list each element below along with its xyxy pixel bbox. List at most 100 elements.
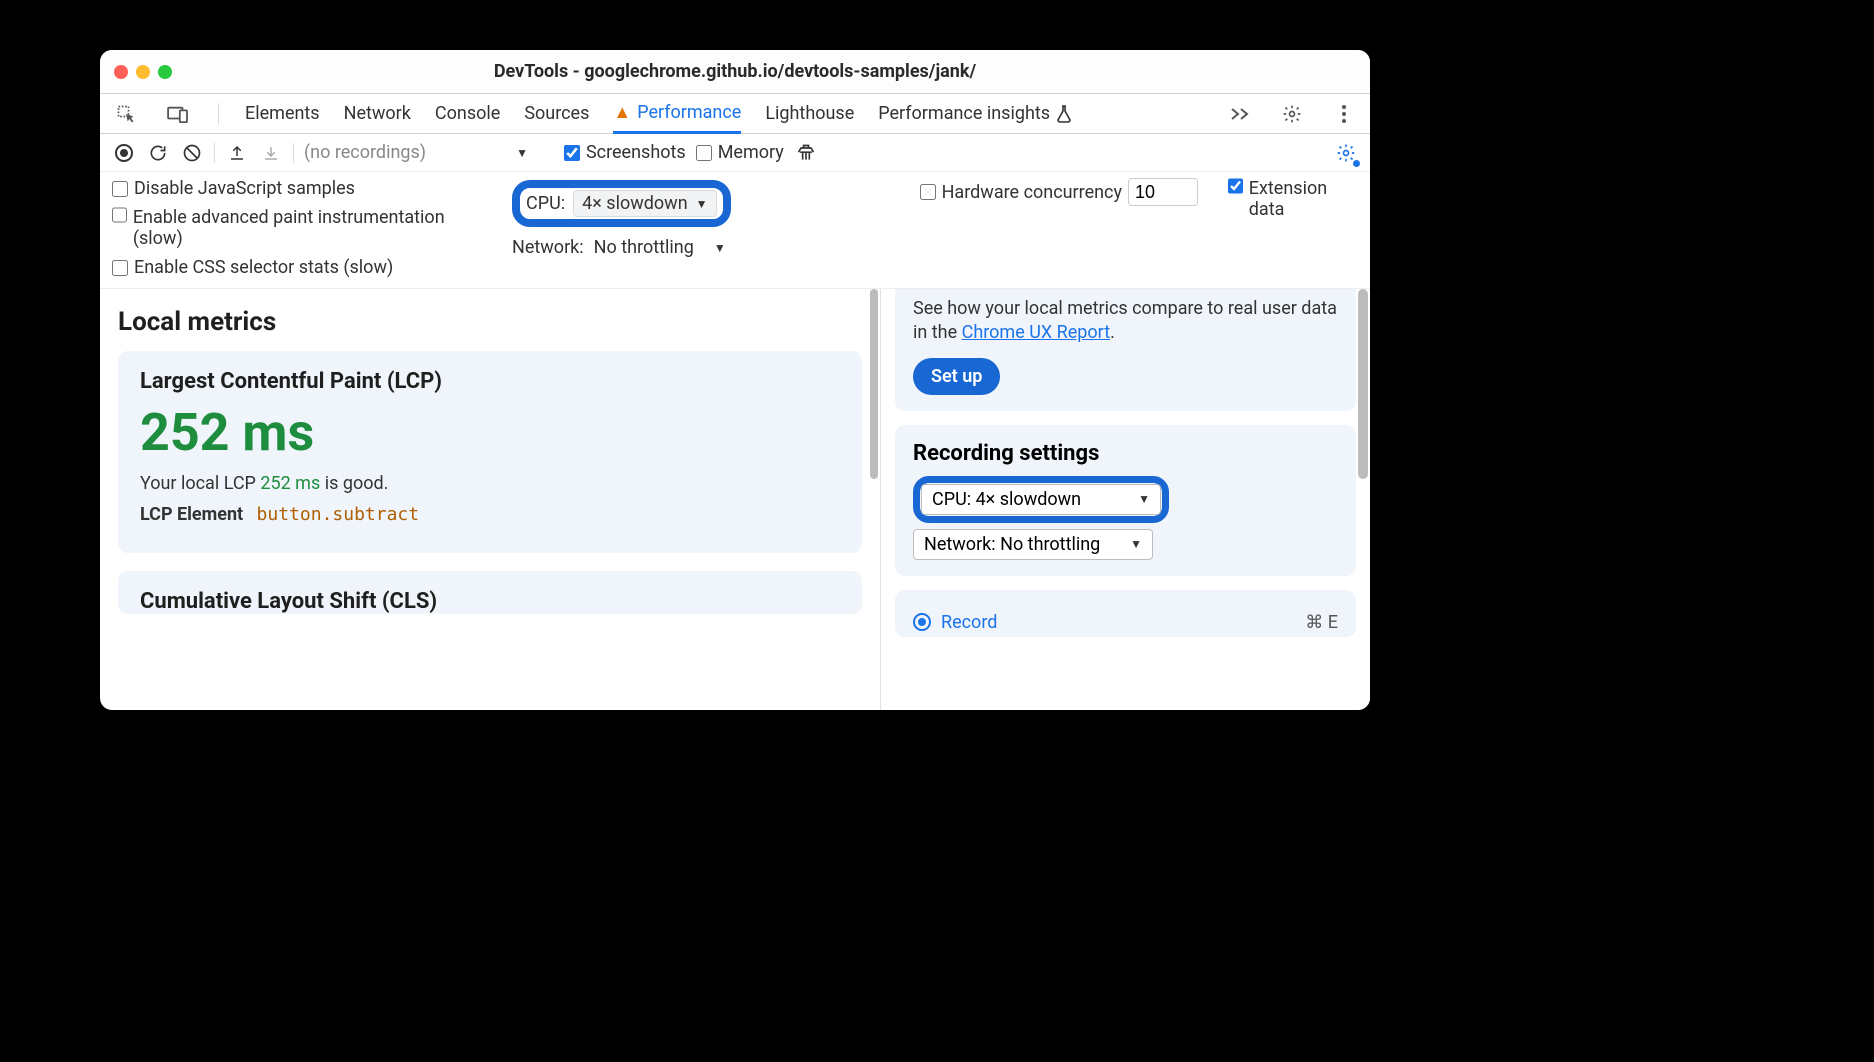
- reload-record-icon[interactable]: [146, 141, 170, 165]
- right-pane: See how your local metrics compare to re…: [880, 289, 1370, 710]
- network-throttle-select[interactable]: No throttling ▼: [594, 237, 726, 258]
- record-card: Record ⌘ E: [895, 590, 1356, 637]
- window-controls: [114, 65, 172, 79]
- lcp-card: Largest Contentful Paint (LCP) 252 ms Yo…: [118, 351, 862, 553]
- record-label: Record: [941, 612, 997, 633]
- tab-elements[interactable]: Elements: [245, 94, 320, 134]
- set-up-button[interactable]: Set up: [913, 358, 1000, 395]
- extension-data-row[interactable]: Extension data: [1228, 178, 1358, 220]
- recordings-dropdown[interactable]: (no recordings) ▼: [304, 142, 528, 163]
- chevron-down-icon: ▼: [696, 197, 708, 211]
- memory-label: Memory: [718, 142, 784, 163]
- lcp-sentence: Your local LCP 252 ms is good.: [140, 473, 840, 494]
- enable-css-input[interactable]: [112, 260, 128, 276]
- network-value: No throttling: [594, 237, 694, 258]
- settings-right-col: Hardware concurrency Extension data: [920, 178, 1358, 220]
- settings-icon[interactable]: [1278, 100, 1306, 128]
- cls-title: Cumulative Layout Shift (CLS): [140, 589, 840, 614]
- left-pane: Local metrics Largest Contentful Paint (…: [100, 289, 880, 710]
- capture-settings-icon[interactable]: [1334, 141, 1358, 165]
- memory-checkbox[interactable]: Memory: [696, 142, 784, 163]
- field-post: .: [1110, 322, 1115, 343]
- network-label: Network:: [512, 237, 584, 258]
- network-throttle-select-side[interactable]: Network: No throttling ▼: [913, 529, 1153, 560]
- lcp-sentence-post: is good.: [320, 473, 388, 494]
- extension-data-checkbox[interactable]: [1228, 178, 1243, 194]
- lcp-sentence-val: 252 ms: [260, 473, 320, 494]
- garbage-collect-icon[interactable]: [794, 141, 818, 165]
- tab-performance[interactable]: ▲ Performance: [613, 94, 741, 134]
- field-data-card: See how your local metrics compare to re…: [895, 289, 1356, 411]
- inspect-element-icon[interactable]: [112, 100, 140, 128]
- tab-performance-insights[interactable]: Performance insights: [878, 94, 1072, 134]
- disable-js-samples-checkbox[interactable]: Disable JavaScript samples: [112, 178, 472, 199]
- enable-css-label: Enable CSS selector stats (slow): [134, 257, 393, 278]
- separator: [218, 103, 219, 125]
- cpu-throttle-select[interactable]: 4× slowdown ▼: [573, 190, 716, 217]
- cpu-side-value: CPU: 4× slowdown: [932, 489, 1081, 510]
- kebab-menu-icon[interactable]: [1330, 100, 1358, 128]
- cls-card: Cumulative Layout Shift (CLS): [118, 571, 862, 614]
- hw-concurrency-label: Hardware concurrency: [942, 182, 1122, 203]
- window-title: DevTools - googlechrome.github.io/devtoo…: [100, 61, 1370, 82]
- record-button-icon[interactable]: [112, 141, 136, 165]
- screenshots-checkbox[interactable]: Screenshots: [564, 142, 686, 163]
- scrollbar-left[interactable]: [870, 289, 878, 479]
- minimize-window-button[interactable]: [136, 65, 150, 79]
- chevron-down-icon: ▼: [1138, 492, 1150, 506]
- maximize-window-button[interactable]: [158, 65, 172, 79]
- clear-icon[interactable]: [180, 141, 204, 165]
- recording-settings-card: Recording settings CPU: 4× slowdown ▼ Ne…: [895, 425, 1356, 576]
- settings-mid-col: CPU: 4× slowdown ▼ Network: No throttlin…: [512, 180, 731, 258]
- hardware-concurrency-row[interactable]: Hardware concurrency: [920, 178, 1198, 206]
- enable-css-stats-checkbox[interactable]: Enable CSS selector stats (slow): [112, 257, 472, 278]
- separator: [214, 143, 215, 163]
- settings-left-col: Disable JavaScript samples Enable advanc…: [112, 178, 472, 278]
- disable-js-label: Disable JavaScript samples: [134, 178, 355, 199]
- tab-lighthouse[interactable]: Lighthouse: [765, 94, 854, 134]
- upload-profile-icon[interactable]: [225, 141, 249, 165]
- crux-link[interactable]: Chrome UX Report: [962, 322, 1110, 343]
- record-shortcut: ⌘ E: [1305, 612, 1338, 633]
- tab-console[interactable]: Console: [435, 94, 500, 134]
- hw-concurrency-input[interactable]: [1128, 178, 1198, 206]
- cpu-throttle-row: CPU: 4× slowdown ▼: [512, 180, 731, 227]
- record-button[interactable]: Record: [913, 612, 997, 633]
- close-window-button[interactable]: [114, 65, 128, 79]
- scrollbar-right[interactable]: [1358, 289, 1368, 479]
- memory-input[interactable]: [696, 145, 712, 161]
- disable-js-input[interactable]: [112, 181, 128, 197]
- network-side-value: Network: No throttling: [924, 534, 1100, 555]
- hw-concurrency-checkbox[interactable]: [920, 184, 936, 200]
- more-tabs-icon[interactable]: [1226, 100, 1254, 128]
- capture-settings-panel: Disable JavaScript samples Enable advanc…: [100, 172, 1370, 289]
- device-toolbar-icon[interactable]: [164, 100, 192, 128]
- record-dot-icon: [913, 613, 931, 631]
- network-throttle-row: Network: No throttling ▼: [512, 237, 731, 258]
- lcp-element-label: LCP Element: [140, 504, 243, 525]
- cpu-value: 4× slowdown: [582, 193, 688, 214]
- cpu-highlight: CPU: 4× slowdown ▼: [512, 180, 731, 227]
- lcp-element-code[interactable]: button.subtract: [257, 504, 420, 525]
- screenshots-label: Screenshots: [586, 142, 686, 163]
- cpu-label: CPU:: [526, 193, 565, 214]
- separator: [293, 143, 294, 163]
- chevron-down-icon: ▼: [1130, 537, 1142, 551]
- titlebar: DevTools - googlechrome.github.io/devtoo…: [100, 50, 1370, 94]
- chevron-down-icon: ▼: [714, 241, 726, 255]
- lcp-sentence-pre: Your local LCP: [140, 473, 260, 494]
- lcp-element-row: LCP Element button.subtract: [140, 504, 840, 525]
- enable-paint-checkbox[interactable]: Enable advanced paint instrumentation (s…: [112, 207, 472, 249]
- performance-toolbar: (no recordings) ▼ Screenshots Memory: [100, 134, 1370, 172]
- tab-network[interactable]: Network: [344, 94, 411, 134]
- screenshots-input[interactable]: [564, 145, 580, 161]
- enable-paint-input[interactable]: [112, 207, 127, 223]
- extension-data-label: Extension data: [1249, 178, 1358, 220]
- download-profile-icon[interactable]: [259, 141, 283, 165]
- cpu-highlight-side: CPU: 4× slowdown ▼: [913, 476, 1169, 523]
- warning-icon: ▲: [613, 102, 631, 123]
- tab-sources[interactable]: Sources: [524, 94, 589, 134]
- cpu-throttle-select-side[interactable]: CPU: 4× slowdown ▼: [921, 484, 1161, 515]
- record-row: Record ⌘ E: [913, 606, 1338, 633]
- recording-settings-title: Recording settings: [913, 441, 1338, 466]
